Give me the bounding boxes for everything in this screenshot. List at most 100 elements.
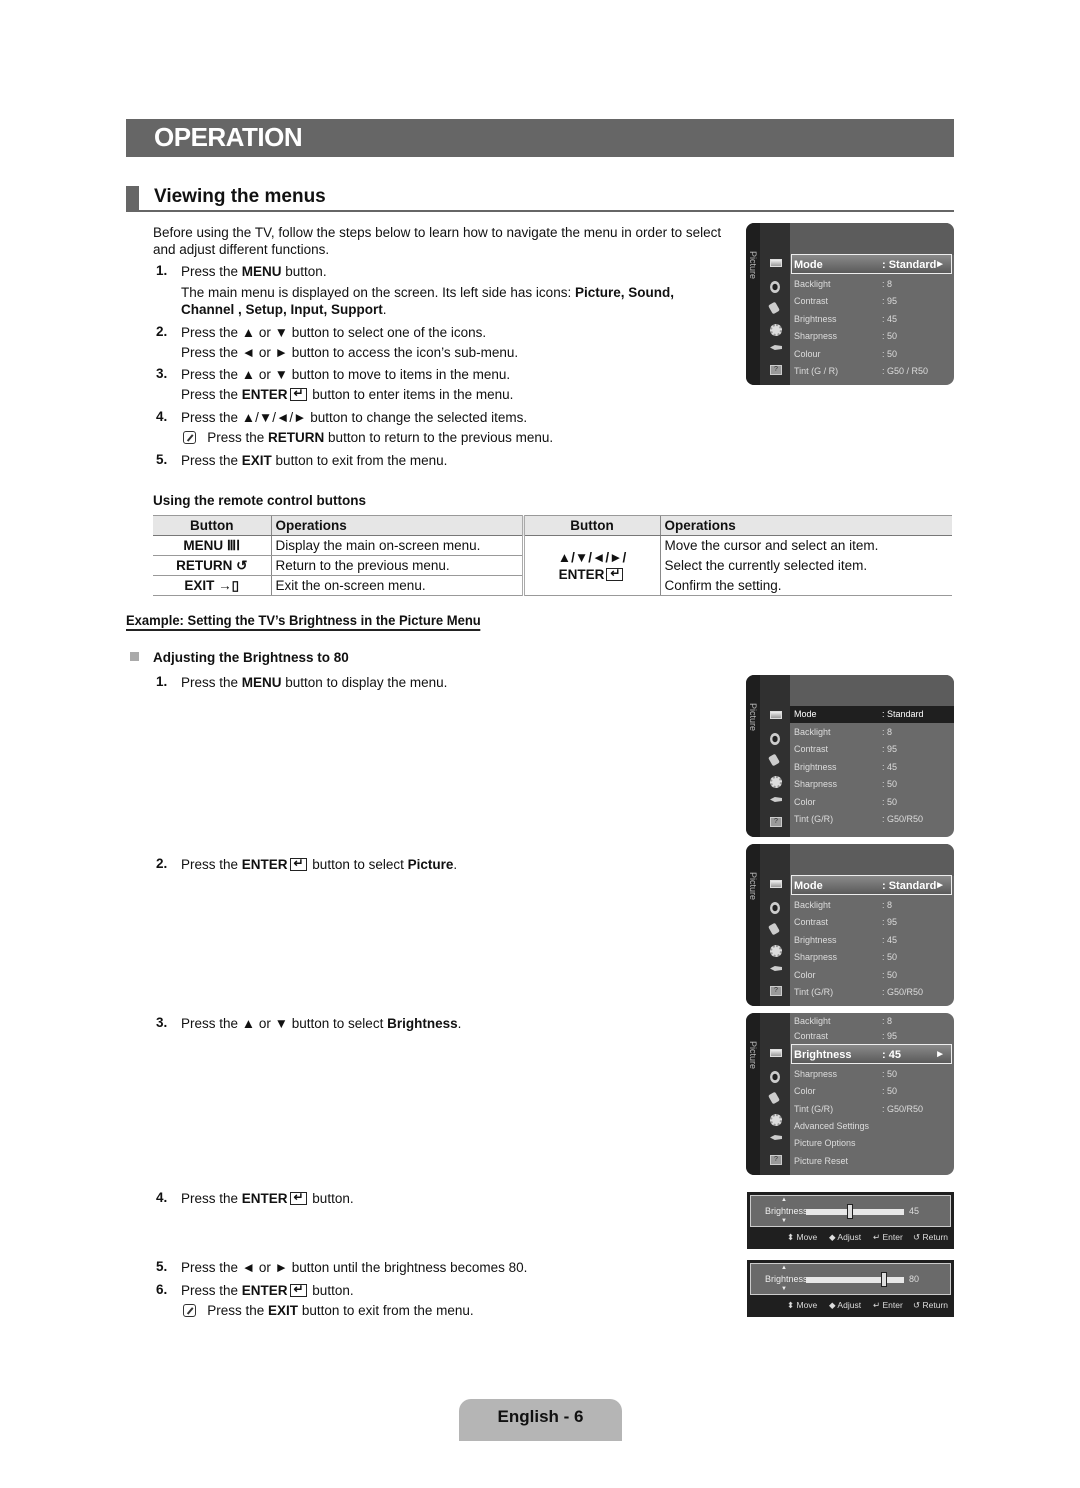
sound-icon[interactable]	[770, 733, 780, 745]
menu-item[interactable]: Brightness : 45 ►	[791, 1044, 952, 1064]
setup-icon[interactable]	[770, 945, 782, 957]
setup-icon[interactable]	[770, 324, 782, 336]
picture-icon[interactable]	[770, 1049, 782, 1057]
help-move: ⬍ Move	[787, 1232, 818, 1242]
up-arrow-icon: ▲	[781, 1197, 787, 1203]
menu-item-label: Tint (G/R)	[794, 987, 834, 997]
menu-item[interactable]: Contrast : 95	[794, 293, 954, 310]
menu-item-value: : G50/R50	[882, 987, 924, 997]
menu-item[interactable]: Tint (G/R) : G50/R50	[794, 984, 954, 1001]
arrow-right-icon: ►	[935, 259, 945, 270]
menu-item[interactable]: Mode : Standard	[790, 706, 954, 723]
menu-item[interactable]: Backlight : 8	[794, 897, 954, 914]
menu-item-label: Brightness	[794, 314, 837, 324]
enter-key: ENTER	[529, 565, 656, 583]
menu-item-label: Backlight	[794, 900, 831, 910]
menu-item[interactable]: Contrast : 95	[794, 741, 954, 758]
step-4: Press the ▲/▼/◄/► button to change the s…	[181, 410, 528, 425]
menu-item-label: Tint (G/R)	[794, 1104, 834, 1114]
step-1: Press the MENU button.	[181, 263, 327, 280]
text: Press the	[181, 264, 242, 279]
menu-item-value: : Standard	[882, 880, 937, 892]
sound-icon[interactable]	[770, 902, 780, 914]
menu-item[interactable]: Advanced Settings	[794, 1118, 954, 1135]
menu-item[interactable]: Colour : 50	[794, 346, 954, 363]
support-icon[interactable]: ?	[770, 817, 782, 827]
step-number: 1.	[156, 674, 168, 689]
text: button.	[281, 264, 327, 279]
section-marker	[126, 186, 139, 211]
menu-item[interactable]: Tint (G/R) : G50/R50	[794, 811, 954, 828]
help-move: ⬍ Move	[787, 1300, 818, 1310]
setup-icon[interactable]	[770, 776, 782, 788]
menu-item-label: Backlight	[794, 279, 831, 289]
menu-item-label: Tint (G / R)	[794, 366, 839, 376]
slider-track[interactable]	[806, 1277, 904, 1283]
picture-icon[interactable]	[770, 880, 782, 888]
example-step-1: Press the MENU button to display the men…	[181, 674, 447, 691]
menu-category-label: Picture	[748, 1041, 758, 1070]
section-header: Viewing the menus	[126, 186, 954, 212]
note-icon	[183, 431, 196, 444]
text: button.	[308, 1191, 354, 1206]
arrow-keys: ▲/▼/◄/►/	[557, 549, 627, 565]
menu-item[interactable]: Color : 50	[794, 967, 954, 984]
menu-item-value: : 50	[882, 349, 898, 359]
menu-item-label: Mode	[794, 259, 823, 271]
menu-item[interactable]: Contrast : 95	[794, 1028, 954, 1045]
menu-item[interactable]: Mode : Standard ►	[791, 254, 952, 274]
header-button: Button	[521, 515, 660, 536]
menu-item-value: : 45	[882, 935, 898, 945]
menu-item[interactable]: Color : 50	[794, 1083, 954, 1100]
menu-item-label: Color	[794, 970, 816, 980]
slider-label: Brightness	[765, 1274, 808, 1284]
step-number: 2.	[156, 856, 168, 871]
operation-cell: Select the currently selected item.	[659, 555, 952, 576]
sound-icon[interactable]	[770, 281, 780, 293]
menu-item[interactable]: Sharpness : 50	[794, 949, 954, 966]
picture-icon[interactable]	[770, 711, 782, 719]
slider-box: ▲ Brightness ▼ 45	[750, 1195, 951, 1227]
slider-thumb[interactable]	[847, 1204, 854, 1219]
menu-item[interactable]: Backlight : 8	[794, 724, 954, 741]
operation-cell: Return to the previous menu.	[270, 555, 523, 576]
step-number: 2.	[156, 324, 168, 339]
menu-item-value: : 50	[882, 779, 898, 789]
picture-icon[interactable]	[770, 259, 782, 267]
menu-item[interactable]: Brightness : 45	[794, 932, 954, 949]
keyword: MENU	[241, 675, 282, 690]
menu-item[interactable]: Brightness : 45	[794, 759, 954, 776]
menu-item[interactable]: Tint (G/R) : G50/R50	[794, 1101, 954, 1118]
menu-item[interactable]: Picture Reset	[794, 1153, 954, 1170]
menu-item[interactable]: Contrast : 95	[794, 914, 954, 931]
step-2: Press the ▲ or ▼ button to select one of…	[181, 325, 487, 340]
menu-item[interactable]: Picture Options	[794, 1135, 954, 1152]
menu-item-label: Advanced Settings	[794, 1121, 870, 1131]
text: Press the	[207, 430, 269, 445]
slider-thumb[interactable]	[881, 1272, 888, 1287]
enter-icon	[289, 855, 307, 872]
menu-item-value: : 8	[882, 900, 893, 910]
menu-item[interactable]: Brightness : 45	[794, 311, 954, 328]
menu-item[interactable]: Tint (G / R) : G50 / R50	[794, 363, 954, 380]
setup-icon[interactable]	[770, 1114, 782, 1126]
step-5: Press the EXIT button to exit from the m…	[181, 452, 447, 469]
example-step-2: Press the ENTER button to select Picture…	[181, 855, 457, 873]
sound-icon[interactable]	[770, 1071, 780, 1083]
menu-item[interactable]: Sharpness : 50	[794, 1066, 954, 1083]
menu-category-label: Picture	[748, 251, 758, 280]
support-icon[interactable]: ?	[770, 986, 782, 996]
slider-track[interactable]	[806, 1209, 904, 1215]
menu-item[interactable]: Color : 50	[794, 794, 954, 811]
menu-item[interactable]: Backlight : 8	[794, 276, 954, 293]
menu-item-value: : Standard	[882, 259, 937, 271]
support-icon[interactable]: ?	[770, 365, 782, 375]
menu-sidebar: Picture	[746, 844, 760, 1006]
menu-item[interactable]: Mode : Standard ►	[791, 875, 952, 895]
menu-item[interactable]: Sharpness : 50	[794, 776, 954, 793]
support-icon[interactable]: ?	[770, 1155, 782, 1165]
menu-item-value: : G50 / R50	[882, 366, 929, 376]
arrow-right-icon: ►	[935, 1049, 945, 1060]
menu-item[interactable]: Sharpness : 50	[794, 328, 954, 345]
menu-item-label: Brightness	[794, 935, 837, 945]
